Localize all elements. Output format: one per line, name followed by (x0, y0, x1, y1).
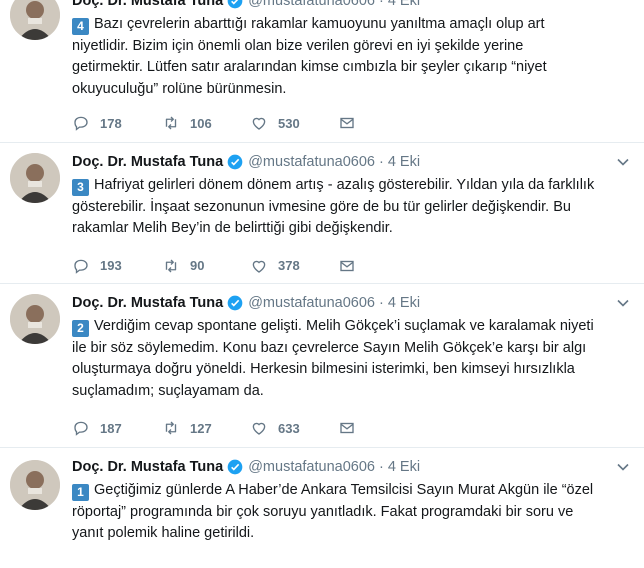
retweet-count: 90 (190, 258, 205, 273)
verified-icon (227, 295, 243, 311)
tweet-line: Verdiğim cevap spontane gelişti. Melih G… (94, 318, 594, 334)
tweet[interactable]: Doç. Dr. Mustafa Tuna @mustafatuna0606 ·… (0, 0, 644, 143)
tweet-line: yanıt polemik haline getirildi. (72, 525, 255, 541)
tweet[interactable]: Doç. Dr. Mustafa Tuna @mustafatuna0606 ·… (0, 448, 644, 568)
message-button[interactable] (338, 419, 356, 437)
verified-icon (227, 459, 243, 475)
reply-button[interactable]: 187 (72, 419, 162, 437)
author-handle[interactable]: @mustafatuna0606 (248, 154, 375, 170)
separator-dot: · (378, 459, 384, 475)
caret-down-icon[interactable] (616, 155, 630, 169)
author-handle[interactable]: @mustafatuna0606 (248, 459, 375, 475)
author-name[interactable]: Doç. Dr. Mustafa Tuna (72, 0, 223, 9)
tweet-time[interactable]: 4 Eki (388, 154, 420, 170)
author-name[interactable]: Doç. Dr. Mustafa Tuna (72, 459, 223, 475)
separator-dot: · (378, 295, 384, 311)
number-badge: 2 (72, 320, 89, 337)
message-icon (340, 422, 354, 434)
retweet-button[interactable]: 106 (162, 114, 250, 132)
caret-down-icon[interactable] (616, 460, 630, 474)
tweet-header: Doç. Dr. Mustafa Tuna @mustafatuna0606 ·… (72, 292, 630, 314)
number-badge: 4 (72, 18, 89, 35)
retweet-button[interactable]: 90 (162, 257, 250, 275)
tweet-text: 1 Geçtiğimiz günlerde A Haber’de Ankara T… (72, 480, 630, 545)
tweet-line: rakamlar Melih Bey’in de belirttiği gibi… (72, 220, 393, 236)
timeline: Doç. Dr. Mustafa Tuna @mustafatuna0606 ·… (0, 0, 644, 568)
message-icon (340, 117, 354, 129)
number-badge: 1 (72, 484, 89, 501)
reply-count: 193 (100, 258, 122, 273)
reply-button[interactable]: 178 (72, 114, 162, 132)
tweet-line: ile bir söz söylemedim. Konu bazı çevrel… (72, 339, 587, 356)
retweet-count: 127 (190, 420, 212, 436)
retweet-icon (165, 421, 177, 435)
reply-icon (74, 259, 88, 274)
tweet-line: suçlamadım; suçlayamam da. (72, 382, 264, 399)
author-name[interactable]: Doç. Dr. Mustafa Tuna (72, 154, 223, 170)
reply-icon (74, 421, 88, 436)
tweet-text: 3 Hafriyat gelirleri dönem dönem artış - … (72, 175, 630, 240)
tweet-line: niyetlidir. Bizim için önemli olan bize … (72, 37, 524, 54)
separator-dot: · (378, 0, 384, 9)
tweet-actions: 187 127 633 (72, 418, 630, 438)
tweet-time[interactable]: 4 Eki (388, 459, 420, 475)
tweet-line: Hafriyat gelirleri dönem dönem artış - a… (94, 177, 595, 193)
message-button[interactable] (338, 257, 356, 275)
reply-count: 187 (100, 420, 122, 436)
caret-down-icon[interactable] (616, 296, 630, 310)
author-name[interactable]: Doç. Dr. Mustafa Tuna (72, 295, 223, 311)
like-icon (252, 422, 266, 435)
tweet-line: getirmektir. Lütfen satır aralarından ki… (72, 59, 547, 75)
avatar[interactable] (10, 460, 60, 510)
separator-dot: · (378, 154, 384, 170)
number-badge: 3 (72, 179, 89, 196)
tweet-line: Geçtiğimiz günlerde A Haber’de Ankara Te… (94, 482, 594, 498)
retweet-count: 106 (190, 115, 212, 131)
message-button[interactable] (338, 114, 356, 132)
tweet-actions: 193 90 378 (72, 256, 630, 276)
like-button[interactable]: 530 (250, 114, 338, 132)
tweet-header: Doç. Dr. Mustafa Tuna @mustafatuna0606 ·… (72, 0, 630, 12)
like-count: 633 (278, 420, 300, 436)
retweet-button[interactable]: 127 (162, 419, 250, 437)
reply-icon (74, 116, 88, 131)
like-button[interactable]: 633 (250, 419, 338, 437)
tweet-header: Doç. Dr. Mustafa Tuna @mustafatuna0606 ·… (72, 456, 630, 478)
tweet-text: 2 Verdiğim cevap spontane gelişti. Melih … (72, 316, 630, 402)
like-count: 378 (278, 258, 300, 273)
verified-icon (227, 0, 243, 9)
retweet-icon (165, 116, 177, 130)
tweet-line: Bazı çevrelerin abarttığı rakamlar kamuo… (94, 16, 545, 32)
verified-icon (227, 154, 243, 170)
tweet[interactable]: Doç. Dr. Mustafa Tuna @mustafatuna0606 ·… (0, 284, 644, 448)
avatar[interactable] (10, 0, 60, 40)
tweet-line: röportaj” programında bir çok soruyu yan… (72, 503, 574, 520)
tweet[interactable]: Doç. Dr. Mustafa Tuna @mustafatuna0606 ·… (0, 143, 644, 284)
like-icon (252, 260, 266, 273)
tweet-time[interactable]: 4 Eki (388, 295, 420, 311)
tweet-text: 4 Bazı çevrelerin abarttığı rakamlar kamu… (72, 14, 630, 100)
like-count: 530 (278, 115, 300, 131)
avatar[interactable] (10, 153, 60, 203)
author-handle[interactable]: @mustafatuna0606 (248, 0, 375, 9)
like-button[interactable]: 378 (250, 257, 338, 275)
avatar[interactable] (10, 294, 60, 344)
message-icon (340, 260, 354, 271)
tweet-line: okuyuculuğu” rolüne bürünmesin. (72, 80, 287, 97)
tweet-header: Doç. Dr. Mustafa Tuna @mustafatuna0606 ·… (72, 151, 630, 173)
tweet-line: oluşturmaya doğru yöneldi. Herkesin bilm… (72, 361, 575, 377)
retweet-icon (165, 259, 177, 272)
tweet-time[interactable]: 4 Eki (388, 0, 420, 9)
reply-count: 178 (100, 115, 122, 131)
author-handle[interactable]: @mustafatuna0606 (248, 295, 375, 311)
tweet-actions: 178 106 530 (72, 113, 630, 133)
like-icon (252, 117, 266, 130)
tweet-line: gösterebilir. İnşaat sezonunun ivmesine … (72, 198, 571, 215)
reply-button[interactable]: 193 (72, 257, 162, 275)
